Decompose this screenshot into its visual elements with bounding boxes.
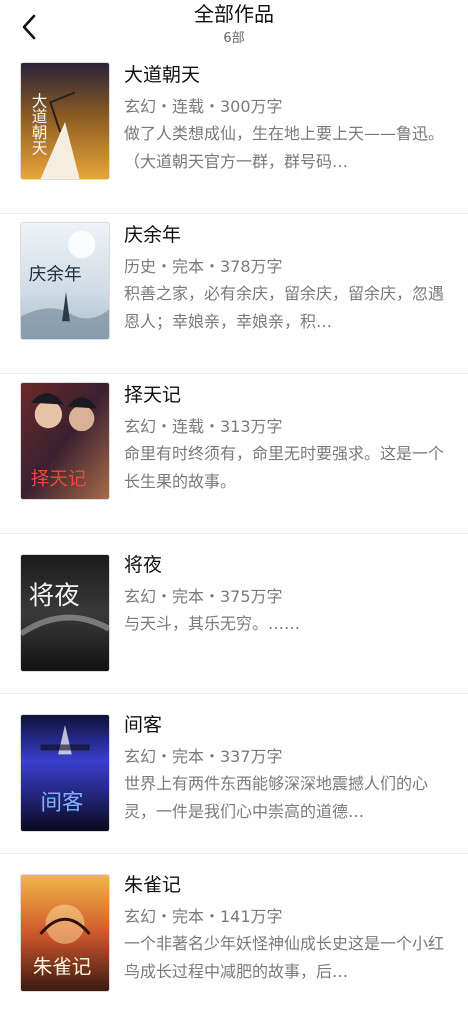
book-meta: 玄幻・连载・300万字 xyxy=(124,97,283,116)
book-meta: 历史・完本・378万字 xyxy=(124,257,283,276)
book-cover[interactable]: 庆余年 xyxy=(20,222,110,340)
page-title: 全部作品 xyxy=(194,2,274,26)
svg-text:间客: 间客 xyxy=(41,790,84,815)
book-cover[interactable]: 朱雀记 xyxy=(20,874,110,992)
cover-art: 间客 xyxy=(21,715,109,831)
svg-text:择天记: 择天记 xyxy=(31,469,87,490)
book-description: 命里有时终须有，命里无时要强求。这是一个长生果的故事。 xyxy=(124,444,445,491)
book-item[interactable]: 间客 间客 玄幻・完本・337万字 世界上有两件东西能够深深地震撼人们的心灵，一… xyxy=(0,694,468,854)
book-title: 间客 xyxy=(124,714,163,736)
cover-art: 大道朝天 xyxy=(21,63,109,179)
svg-text:朱雀记: 朱雀记 xyxy=(33,955,92,978)
book-item[interactable]: 朱雀记 朱雀记 玄幻・完本・141万字 一个非著名少年妖怪神仙成长史这是一个小红… xyxy=(0,854,468,1014)
cover-art: 将夜 xyxy=(21,555,109,671)
book-cover[interactable]: 大道朝天 xyxy=(20,62,110,180)
book-item[interactable]: 择天记 择天记 玄幻・连载・313万字 命里有时终须有，命里无时要强求。这是一个… xyxy=(0,374,468,534)
cover-art: 择天记 xyxy=(21,383,109,499)
book-description: 与天斗，其乐无穷。…… xyxy=(124,614,301,633)
cover-art: 朱雀记 xyxy=(21,875,109,991)
book-description: 做了人类想成仙，生在地上要上天——鲁迅。（大道朝天官方一群，群号码… xyxy=(124,124,445,171)
book-description: 一个非著名少年妖怪神仙成长史这是一个小红鸟成长过程中减肥的故事，后… xyxy=(124,934,445,981)
book-description: 积善之家，必有余庆，留余庆，留余庆，忽遇恩人；幸娘亲，幸娘亲，积… xyxy=(124,284,445,331)
book-title: 择天记 xyxy=(124,384,182,406)
book-list: 大道朝天 大道朝天 玄幻・连载・300万字 做了人类想成仙，生在地上要上天——鲁… xyxy=(0,54,468,1014)
works-count: 6部 xyxy=(223,31,245,46)
book-description: 世界上有两件东西能够深深地震撼人们的心灵，一件是我们心中崇高的道德… xyxy=(124,774,429,821)
book-item[interactable]: 大道朝天 大道朝天 玄幻・连载・300万字 做了人类想成仙，生在地上要上天——鲁… xyxy=(0,54,468,214)
book-item[interactable]: 将夜 将夜 玄幻・完本・375万字 与天斗，其乐无穷。…… xyxy=(0,534,468,694)
book-cover[interactable]: 择天记 xyxy=(20,382,110,500)
book-meta: 玄幻・完本・375万字 xyxy=(124,587,283,606)
book-title: 将夜 xyxy=(124,554,163,576)
book-title: 大道朝天 xyxy=(124,64,201,86)
book-meta: 玄幻・完本・141万字 xyxy=(124,907,283,926)
cover-art: 庆余年 xyxy=(21,223,109,339)
book-cover[interactable]: 将夜 xyxy=(20,554,110,672)
book-item[interactable]: 庆余年 庆余年 历史・完本・378万字 积善之家，必有余庆，留余庆，留余庆，忽遇… xyxy=(0,214,468,374)
svg-text:将夜: 将夜 xyxy=(29,581,80,611)
top-bar: 全部作品 6部 xyxy=(0,0,468,54)
book-meta: 玄幻・完本・337万字 xyxy=(124,747,283,766)
book-title: 朱雀记 xyxy=(124,874,182,896)
svg-text:庆余年: 庆余年 xyxy=(29,264,82,285)
book-title: 庆余年 xyxy=(124,224,182,246)
book-cover[interactable]: 间客 xyxy=(20,714,110,832)
svg-text:大道朝天: 大道朝天 xyxy=(29,92,48,155)
book-meta: 玄幻・连载・313万字 xyxy=(124,417,283,436)
